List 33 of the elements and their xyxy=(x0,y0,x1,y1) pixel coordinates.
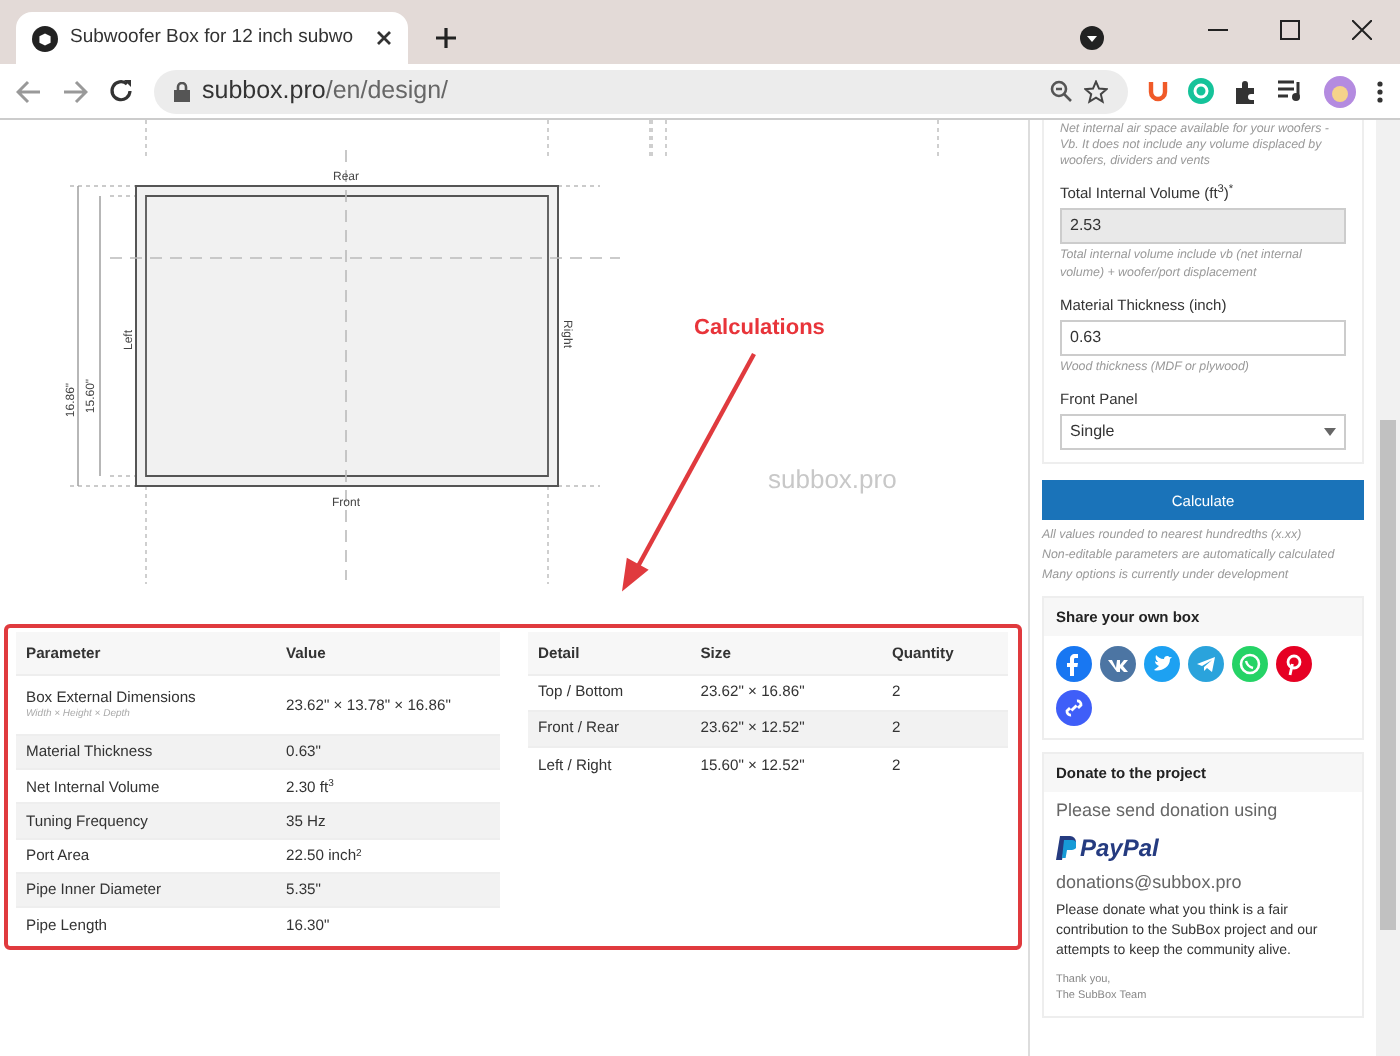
share-button[interactable] xyxy=(1100,646,1136,683)
avatar-icon[interactable] xyxy=(1324,75,1356,107)
playlist-icon[interactable] xyxy=(1278,80,1304,102)
dropdown[interactable]: Single xyxy=(1060,414,1346,451)
annotation-label: Calculations xyxy=(694,314,825,344)
profile-menu-icon[interactable] xyxy=(1080,26,1104,50)
paypal-mark-icon xyxy=(1056,835,1076,860)
input-field[interactable]: 0.63 xyxy=(1060,319,1346,356)
share-button[interactable] xyxy=(1188,646,1224,683)
share-button[interactable] xyxy=(1056,690,1092,727)
share-button[interactable] xyxy=(1144,646,1180,683)
share-button[interactable] xyxy=(1276,646,1312,683)
lock-icon[interactable] xyxy=(174,81,190,101)
paypal-logo: PayPal xyxy=(1080,831,1159,866)
forward-arrow-icon[interactable] xyxy=(62,79,88,103)
scrollbar-thumb[interactable] xyxy=(1380,420,1396,930)
close-icon[interactable] xyxy=(1352,20,1372,40)
new-tab-icon[interactable] xyxy=(436,28,456,48)
caret-icon xyxy=(1324,428,1336,437)
close-icon[interactable] xyxy=(376,30,392,46)
donation-intro: Please send donation using xyxy=(1056,798,1280,825)
share-button[interactable] xyxy=(1056,646,1092,683)
reload-icon[interactable] xyxy=(108,78,134,104)
site-logo-icon xyxy=(32,25,58,51)
u-shield-icon[interactable] xyxy=(1148,80,1168,102)
email-address: donations@subbox.pro xyxy=(1056,869,1244,896)
star-icon[interactable] xyxy=(1084,79,1108,103)
puzzle-icon[interactable] xyxy=(1234,79,1258,103)
zoom-icon[interactable] xyxy=(1050,80,1072,102)
back-arrow-icon[interactable] xyxy=(16,79,42,103)
maximize-icon[interactable] xyxy=(1280,20,1300,40)
input-field: 2.53 xyxy=(1060,208,1346,245)
menu-icon[interactable] xyxy=(1376,79,1384,103)
